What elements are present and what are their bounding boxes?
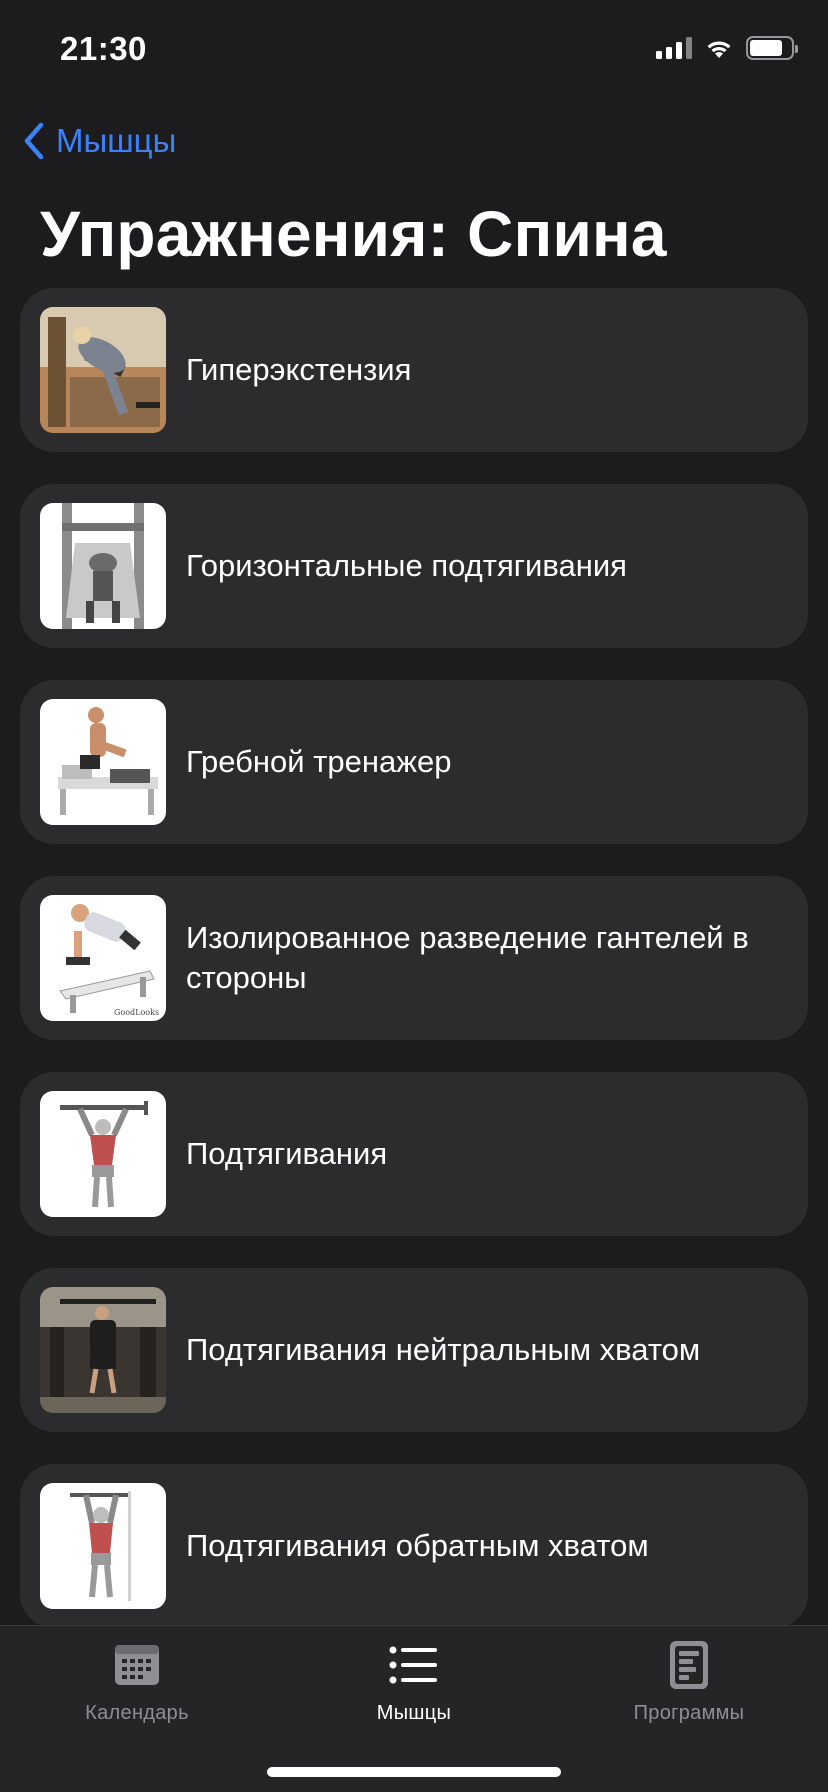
pullup-thumbnail	[40, 1091, 166, 1217]
exercise-item-hyperextension[interactable]: Гиперэкстензия	[20, 288, 808, 452]
exercise-name: Подтягивания обратным хватом	[186, 1528, 649, 1563]
chevron-left-icon	[24, 122, 44, 160]
cellular-signal-icon	[656, 37, 692, 59]
chinup-thumbnail	[40, 1483, 166, 1609]
exercise-item-pullups[interactable]: Подтягивания	[20, 1072, 808, 1236]
exercise-name: Горизонтальные подтягивания	[186, 548, 627, 583]
horizontal-pullup-machine-thumbnail	[40, 503, 166, 629]
neutral-grip-pullup-thumbnail	[40, 1287, 166, 1413]
back-button[interactable]: Мышцы	[22, 116, 176, 166]
status-bar: 21:30	[0, 0, 828, 100]
exercise-item-horizontal-pullups[interactable]: Горизонтальные подтягивания	[20, 484, 808, 648]
exercise-name: Подтягивания	[186, 1136, 388, 1171]
list-icon	[388, 1640, 440, 1690]
page-title: Упражнения: Спина	[40, 198, 667, 270]
exercise-item-rowing-machine[interactable]: Гребной тренажер	[20, 680, 808, 844]
app-screen: 21:30 Мышцы Упражнения: Спина Гиперэксте…	[0, 0, 828, 1792]
exercise-name: Гребной тренажер	[186, 744, 452, 779]
rowing-machine-thumbnail	[40, 699, 166, 825]
tab-calendar[interactable]: Календарь	[37, 1640, 237, 1740]
dumbbell-reverse-fly-thumbnail: GoodLooks	[40, 895, 166, 1021]
tab-bar: Календарь Мышцы Программы	[0, 1625, 828, 1792]
exercise-item-chinups[interactable]: Подтягивания обратным хватом	[20, 1464, 808, 1628]
exercise-name: Гиперэкстензия	[186, 352, 412, 387]
exercise-item-dumbbell-reverse-fly[interactable]: GoodLooks Изолированное разведение ганте…	[20, 876, 808, 1040]
battery-level	[750, 40, 782, 56]
back-button-label: Мышцы	[56, 122, 177, 159]
battery-icon	[746, 36, 798, 60]
tab-programs[interactable]: Программы	[589, 1640, 789, 1740]
program-document-icon	[663, 1640, 715, 1690]
status-icons	[656, 36, 798, 60]
exercise-item-neutral-grip-pullups[interactable]: Подтягивания нейтральным хватом	[20, 1268, 808, 1432]
exercise-name: Изолированное разведение гантелей в стор…	[186, 920, 749, 995]
wifi-icon	[707, 41, 731, 58]
tab-muscles[interactable]: Мышцы	[314, 1640, 514, 1740]
svg-text:GoodLooks: GoodLooks	[114, 1008, 159, 1017]
home-indicator	[267, 1767, 561, 1777]
tab-label: Мышцы	[376, 1702, 452, 1724]
status-time: 21:30	[60, 30, 147, 67]
tab-label: Календарь	[85, 1702, 189, 1724]
exercise-name: Подтягивания нейтральным хватом	[186, 1332, 701, 1367]
tab-label: Программы	[633, 1702, 745, 1724]
hyperextension-thumbnail	[40, 307, 166, 433]
calendar-icon	[111, 1640, 163, 1690]
